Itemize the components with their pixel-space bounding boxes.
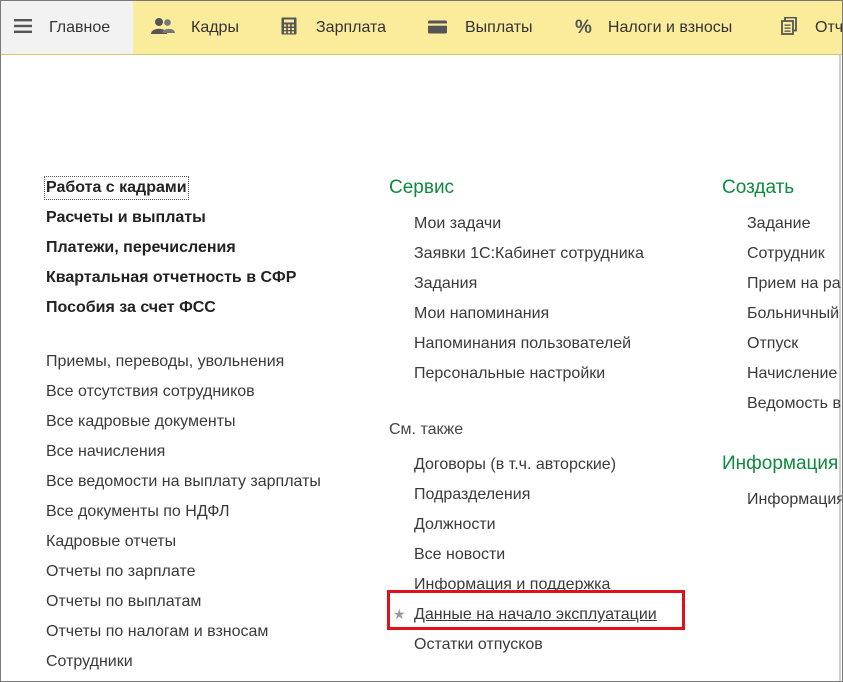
link-all-absences[interactable]: Все отсутствия сотрудников (46, 382, 255, 402)
link-create-sick-leave[interactable]: Больничный (747, 304, 839, 324)
link-create-statement[interactable]: Ведомость в (747, 394, 841, 414)
link-payment-reports[interactable]: Отчеты по выплатам (46, 592, 201, 612)
link-all-accruals[interactable]: Все начисления (46, 442, 165, 462)
link-personal-settings[interactable]: Персональные настройки (414, 364, 605, 384)
section-panel: Главное Кадры Зарплата Выплаты % Налоги … (1, 1, 843, 55)
link-employees[interactable]: Сотрудники (46, 652, 133, 672)
link-all-news[interactable]: Все новости (414, 545, 505, 565)
link-contracts[interactable]: Договоры (в т.ч. авторские) (414, 455, 616, 475)
reports-icon (781, 16, 797, 38)
link-vacation-balances[interactable]: Остатки отпусков (414, 635, 543, 655)
link-my-reminders[interactable]: Мои напоминания (414, 304, 549, 324)
link-my-tasks[interactable]: Мои задачи (414, 214, 501, 234)
link-tax-reports[interactable]: Отчеты по налогам и взносам (46, 622, 268, 642)
right-edge-divider (839, 55, 841, 681)
link-information[interactable]: Информация (747, 490, 842, 510)
link-create-task[interactable]: Задание (747, 214, 810, 234)
tab-main-label: Главное (49, 18, 111, 36)
tab-main[interactable]: Главное (1, 1, 133, 54)
tab-reports-label: Отч (815, 18, 843, 36)
tab-taxes[interactable]: % Налоги и взносы (575, 1, 732, 54)
tab-personnel[interactable]: Кадры (151, 1, 239, 54)
link-create-vacation[interactable]: Отпуск (747, 334, 798, 354)
link-user-reminders[interactable]: Напоминания пользователей (414, 334, 631, 354)
highlight-box (387, 590, 685, 630)
tab-salary[interactable]: Зарплата (281, 1, 386, 54)
section-title-service: Сервис (389, 177, 455, 198)
percent-icon: % (575, 17, 592, 38)
link-hires-transfers[interactable]: Приемы, переводы, увольнения (46, 352, 284, 372)
wallet-icon (428, 19, 447, 37)
link-all-hr-documents[interactable]: Все кадровые документы (46, 412, 236, 432)
tab-personnel-label: Кадры (191, 18, 239, 36)
link-salary-reports[interactable]: Отчеты по зарплате (46, 562, 195, 582)
link-all-ndfl-documents[interactable]: Все документы по НДФЛ (46, 502, 229, 522)
people-icon (151, 17, 175, 38)
link-create-hire[interactable]: Прием на ра (747, 274, 841, 294)
link-employee-cabinet-requests[interactable]: Заявки 1С:Кабинет сотрудника (414, 244, 644, 264)
menu-icon (14, 18, 32, 37)
section-title-see-also: См. также (389, 421, 464, 438)
link-create-employee[interactable]: Сотрудник (747, 244, 825, 264)
tab-payments[interactable]: Выплаты (428, 1, 533, 54)
link-payments-transfers[interactable]: Платежи, перечисления (46, 238, 236, 258)
app-window: Главное Кадры Зарплата Выплаты % Налоги … (0, 0, 843, 682)
link-fss-benefits[interactable]: Пособия за счет ФСС (46, 298, 216, 318)
link-positions[interactable]: Должности (414, 515, 496, 535)
tab-reports[interactable]: Отч (781, 1, 843, 54)
tab-salary-label: Зарплата (316, 18, 387, 36)
link-create-accrual[interactable]: Начисление (747, 364, 837, 384)
tab-payments-label: Выплаты (465, 18, 533, 36)
link-hr-reports[interactable]: Кадровые отчеты (46, 532, 176, 552)
link-all-payroll-statements[interactable]: Все ведомости на выплату зарплаты (46, 472, 321, 492)
link-quarterly-reporting[interactable]: Квартальная отчетность в СФР (46, 268, 296, 288)
link-assignments[interactable]: Задания (414, 274, 477, 294)
link-departments[interactable]: Подразделения (414, 485, 530, 505)
section-title-create: Создать (722, 177, 795, 198)
tab-taxes-label: Налоги и взносы (607, 18, 733, 36)
section-title-information: Информация (722, 453, 839, 474)
link-personnel-work[interactable]: Работа с кадрами (44, 176, 189, 200)
calculator-icon (281, 17, 297, 38)
link-calculations-payments[interactable]: Расчеты и выплаты (46, 208, 206, 228)
